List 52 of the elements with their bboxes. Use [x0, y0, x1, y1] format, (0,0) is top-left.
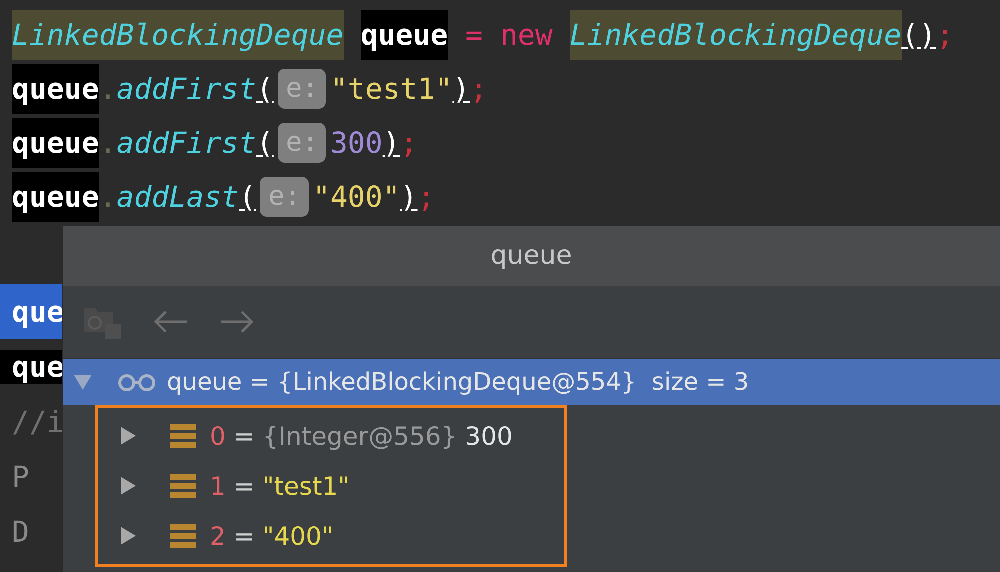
- code-token: ;: [418, 179, 436, 216]
- code-text: que: [0, 350, 64, 384]
- code-token: LinkedBlockingDeque: [570, 10, 902, 60]
- forward-arrow-icon[interactable]: [219, 310, 255, 334]
- code-token: queue: [12, 64, 100, 114]
- expanded-arrow-icon[interactable]: [73, 372, 93, 392]
- code-text: //i: [11, 404, 64, 438]
- code-token: (: [239, 179, 256, 216]
- code-token: (): [902, 17, 936, 54]
- code-token: new: [500, 17, 553, 54]
- code-token: ): [400, 179, 418, 216]
- code-text: D: [11, 514, 30, 548]
- code-text: que: [11, 294, 64, 328]
- list-icon: [170, 523, 196, 549]
- code-token: ;: [936, 17, 954, 54]
- code-token: (: [256, 71, 274, 108]
- code-token: ): [382, 125, 400, 162]
- list-icon: [170, 473, 196, 499]
- element-text: 2 = "400": [210, 522, 334, 550]
- code-text: P: [11, 460, 30, 494]
- list-icon: [170, 423, 196, 449]
- collapsed-arrow-icon[interactable]: [118, 526, 138, 546]
- collapsed-arrow-icon[interactable]: [118, 426, 138, 446]
- tree-row[interactable]: queue = {LinkedBlockingDeque@554} size = 3: [63, 359, 1000, 405]
- tree-row[interactable]: 0 = {Integer@556} 300: [98, 411, 564, 461]
- variable-text: queue = {LinkedBlockingDeque@554} size = 3: [167, 368, 750, 396]
- code-token: (: [256, 125, 274, 162]
- element-text: 1 = "test1": [210, 472, 350, 500]
- code-token: =: [464, 17, 484, 54]
- code-token: addLast: [116, 179, 239, 216]
- code-token: "test1": [330, 71, 453, 108]
- popup-title: queue: [490, 241, 572, 271]
- code-token: queue: [12, 118, 100, 168]
- collapsed-arrow-icon[interactable]: [118, 476, 138, 496]
- glasses-icon: [117, 372, 157, 392]
- code-token: ;: [470, 71, 488, 108]
- element-text: 0 = {Integer@556} 300: [210, 422, 513, 450]
- code-token: "400": [312, 179, 400, 216]
- code-token: ;: [400, 125, 418, 162]
- tree-row[interactable]: 2 = "400": [98, 511, 564, 561]
- code-token: addFirst: [116, 125, 256, 162]
- code-token: ): [452, 71, 470, 108]
- code-token: queue: [360, 10, 448, 60]
- code-token: addFirst: [116, 71, 256, 108]
- code-token: .: [99, 125, 117, 162]
- code-token: .: [99, 179, 117, 216]
- code-token: LinkedBlockingDeque: [12, 10, 344, 60]
- back-arrow-icon[interactable]: [153, 310, 189, 334]
- code-token: .: [99, 71, 117, 108]
- tree-row[interactable]: 1 = "test1": [98, 461, 564, 511]
- code-token: 300: [330, 125, 383, 162]
- code-token: queue: [12, 172, 100, 222]
